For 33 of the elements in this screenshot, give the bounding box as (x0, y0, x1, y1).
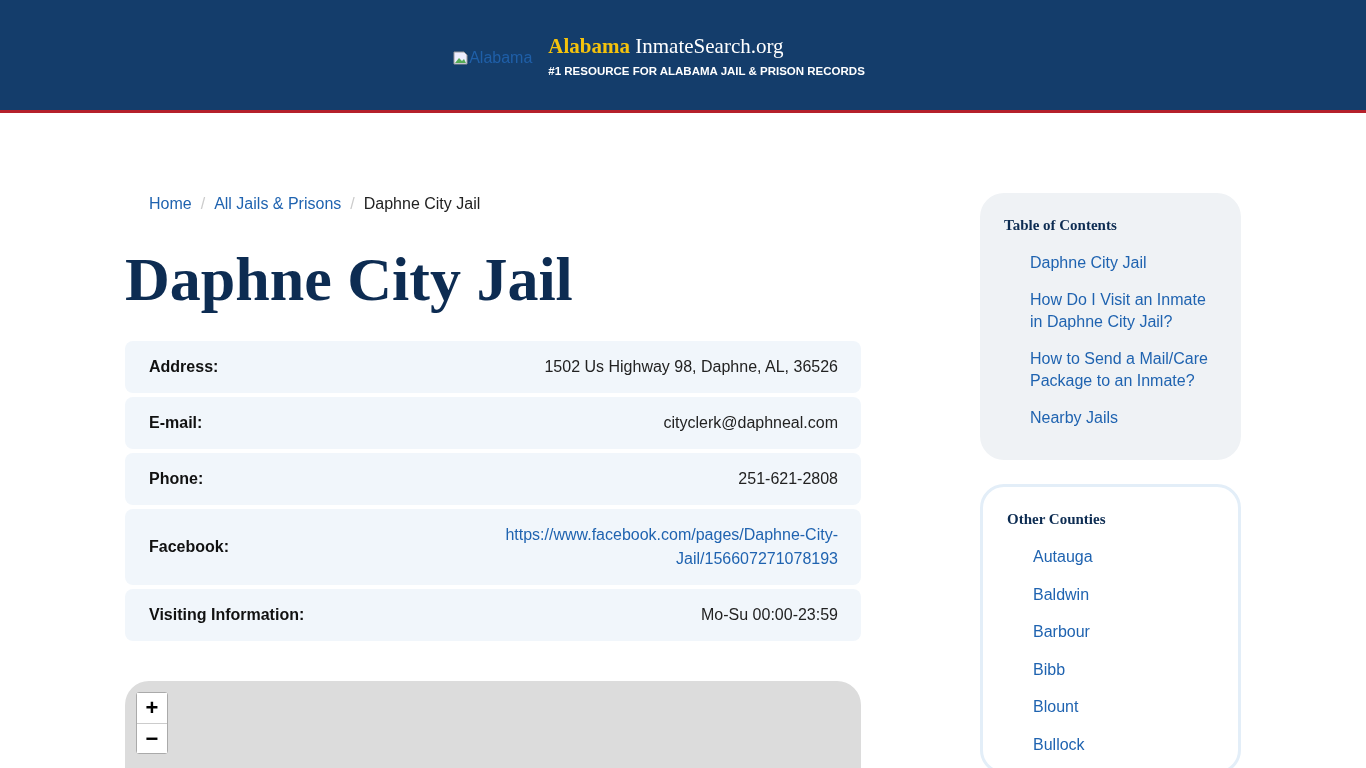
detail-value: cityclerk@daphneal.com (663, 413, 838, 434)
detail-label: Facebook: (149, 538, 229, 557)
detail-label: E-mail: (149, 414, 203, 433)
county-link[interactable]: Autauga (1033, 546, 1214, 568)
toc-link[interactable]: How to Send a Mail/Care Package to an Inmate? (1030, 348, 1217, 392)
site-name[interactable]: Alabama InmateSearch.org (548, 33, 865, 59)
toc-link[interactable]: Daphne City Jail (1030, 252, 1217, 274)
toc-link[interactable]: How Do I Visit an Inmate in Daphne City Jail? (1030, 289, 1217, 333)
detail-label: Visiting Information: (149, 606, 305, 625)
breadcrumb-current: Daphne City Jail (363, 195, 481, 213)
detail-value: 1502 Us Highway 98, Daphne, AL, 36526 (544, 357, 838, 378)
toc-link[interactable]: Nearby Jails (1030, 407, 1217, 429)
detail-label: Address: (149, 358, 219, 377)
detail-value: Mo-Su 00:00-23:59 (701, 605, 838, 626)
page-title: Daphne City Jail (125, 245, 574, 314)
site-tagline: #1 RESOURCE FOR ALABAMA JAIL & PRISON RECORDS (548, 64, 865, 77)
county-link[interactable]: Bibb (1033, 658, 1214, 681)
county-link[interactable]: Blount (1033, 696, 1214, 718)
breadcrumb-separator: / (200, 195, 206, 213)
detail-value: 251-621-2808 (738, 469, 838, 490)
breadcrumb-link[interactable]: Home (149, 195, 192, 213)
toc-title: Table of Contents (1004, 217, 1118, 234)
breadcrumb-separator: / (350, 195, 355, 213)
broken-image-icon (453, 50, 470, 66)
counties-title: Other Counties (1007, 511, 1107, 528)
map-panel[interactable]: + − (125, 681, 861, 768)
breadcrumb-link[interactable]: All Jails & Prisons (214, 195, 342, 213)
detail-link[interactable]: https://www.facebook.com/pages/Daphne-City-Jail/156607271078193 (498, 523, 838, 572)
county-link[interactable]: Barbour (1033, 621, 1214, 643)
county-link[interactable]: Bullock (1033, 733, 1214, 756)
county-link[interactable]: Baldwin (1033, 583, 1214, 606)
detail-label: Phone: (149, 470, 204, 489)
zoom-out-button[interactable]: − (137, 723, 167, 754)
